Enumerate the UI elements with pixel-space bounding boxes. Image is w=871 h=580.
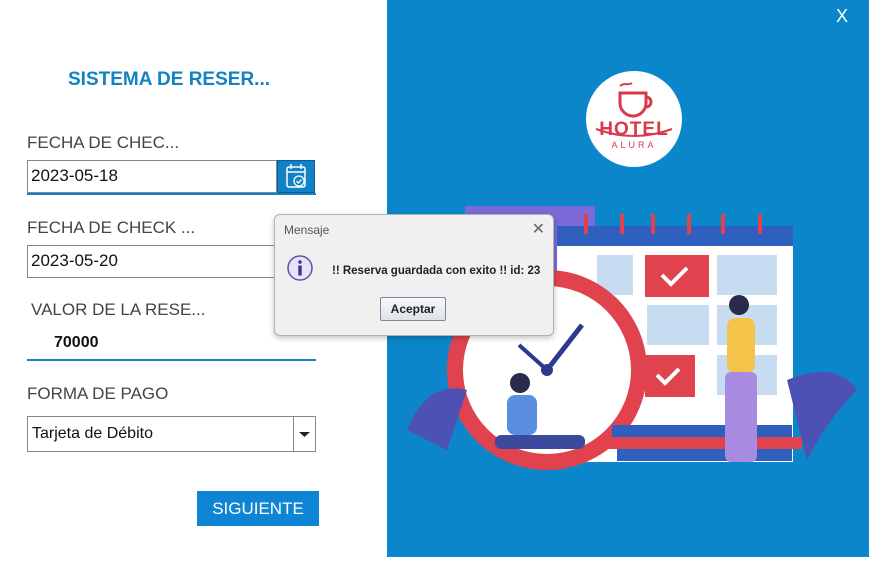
hotel-alura-logo: HOTEL ALURA <box>586 71 682 167</box>
page-title: SISTEMA DE RESER... <box>68 69 270 90</box>
checkin-underline <box>27 193 316 195</box>
message-dialog: Mensaje ✕ !! Reserva guardada con exito … <box>274 214 554 336</box>
logo-name: HOTEL <box>599 119 669 140</box>
accept-button[interactable]: Aceptar <box>380 297 446 321</box>
calendar-check-icon <box>286 164 306 188</box>
valor-underline <box>27 359 316 361</box>
dialog-title: Mensaje <box>284 223 330 237</box>
valor-value[interactable]: 70000 <box>54 334 99 352</box>
pago-label: FORMA DE PAGO <box>27 384 169 403</box>
info-icon <box>287 255 313 281</box>
close-button[interactable]: X <box>836 6 848 27</box>
valor-label: VALOR DE LA RESE... <box>31 300 206 319</box>
next-button[interactable]: SIGUIENTE <box>197 491 319 526</box>
checkin-date-field[interactable]: 2023-05-18 <box>27 160 277 193</box>
dialog-close-icon[interactable]: ✕ <box>532 219 545 239</box>
chevron-down-icon <box>299 432 310 437</box>
checkin-calendar-button[interactable] <box>277 160 315 193</box>
checkin-label: FECHA DE CHEC... <box>27 133 180 152</box>
payment-method-select[interactable]: Tarjeta de Débito <box>27 416 316 452</box>
payment-method-value: Tarjeta de Débito <box>32 425 153 442</box>
logo-sub: ALURA <box>611 140 657 150</box>
dropdown-arrow-button[interactable] <box>293 417 315 451</box>
checkout-date-field[interactable]: 2023-05-20 <box>27 245 277 278</box>
checkout-label: FECHA DE CHECK ... <box>27 218 196 237</box>
dialog-message: !! Reserva guardada con exito !! id: 23 <box>332 265 541 277</box>
